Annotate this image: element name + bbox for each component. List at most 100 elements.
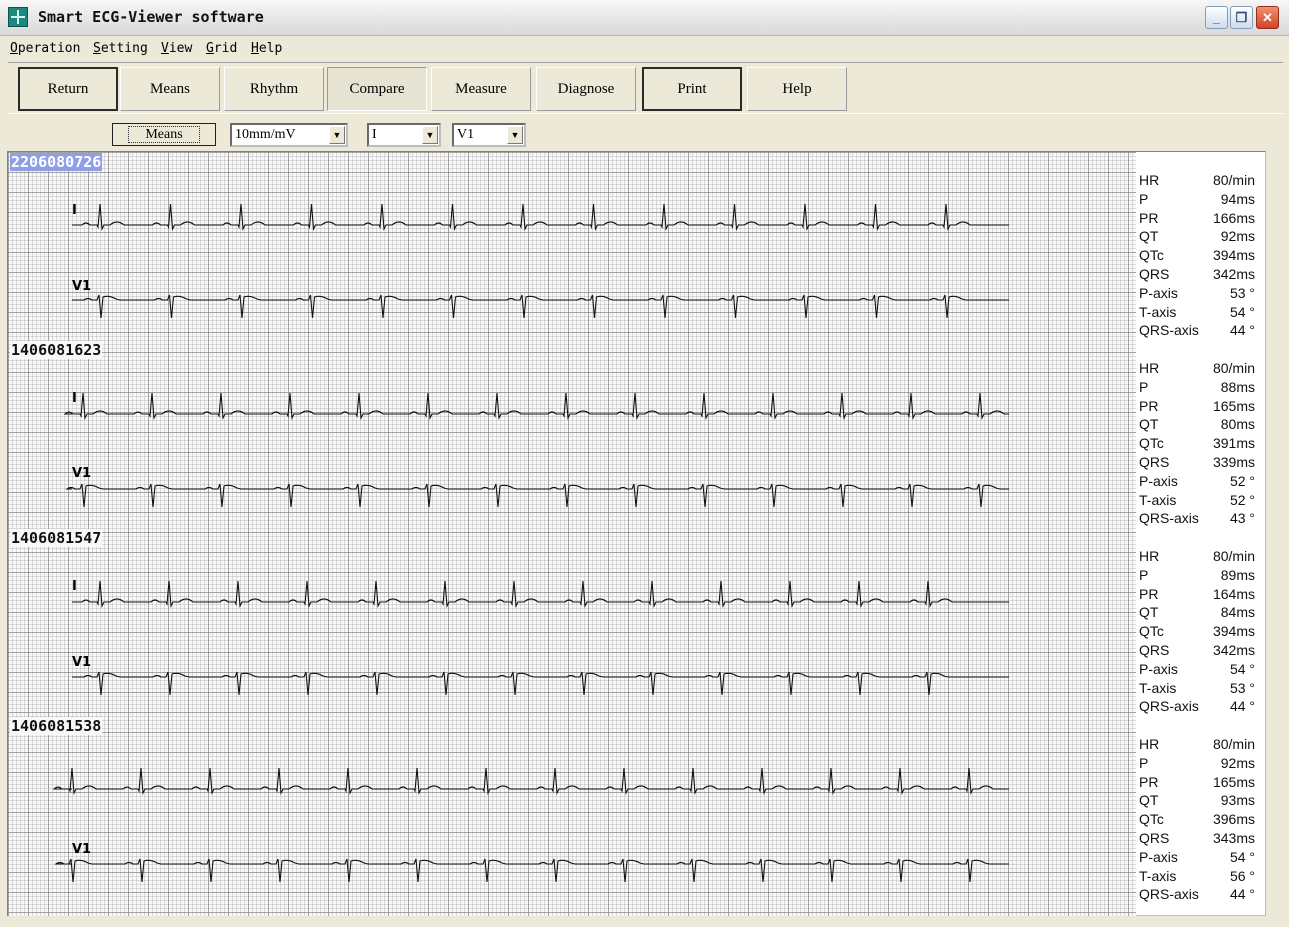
measurement-key: T-axis bbox=[1139, 303, 1177, 320]
means-option-button[interactable]: Means bbox=[112, 123, 216, 146]
measurement-row: QTc 396ms bbox=[1139, 811, 1255, 830]
gain-select[interactable]: 10mm/mV ▼ bbox=[230, 123, 348, 147]
measurement-key: QRS bbox=[1139, 642, 1170, 658]
menu-grid[interactable]: Grid bbox=[206, 41, 237, 56]
lead-b-select[interactable]: V1 ▼ bbox=[452, 123, 526, 147]
measurement-row: HR 80/min bbox=[1139, 172, 1255, 191]
measurement-row: PR 165ms bbox=[1139, 398, 1255, 417]
record-id-label[interactable]: 1406081538 bbox=[10, 717, 103, 735]
return-button[interactable]: Return bbox=[18, 67, 118, 111]
measurement-key: QT bbox=[1139, 228, 1159, 245]
window-title: Smart ECG-Viewer software bbox=[38, 8, 264, 26]
measurement-key: T-axis bbox=[1139, 679, 1177, 696]
measurement-key: QRS bbox=[1139, 266, 1170, 282]
measurements-panel: HR 80/min P 94ms PR 166ms QT 92ms QTc 394ms QRS 342… bbox=[1136, 151, 1266, 916]
measurement-key: T-axis bbox=[1139, 491, 1177, 508]
means-button[interactable]: Means bbox=[120, 67, 220, 111]
measurement-value: 52 ° bbox=[1229, 472, 1255, 489]
measurement-key: HR bbox=[1139, 172, 1160, 188]
lead-label: I bbox=[72, 391, 77, 406]
ecg-traces bbox=[52, 203, 1009, 883]
ecg-trace-line bbox=[65, 483, 1009, 508]
measurement-row: QTc 391ms bbox=[1139, 435, 1255, 454]
record-id-label[interactable]: 2206080726 bbox=[10, 153, 103, 171]
record-id-label[interactable]: 1406081547 bbox=[10, 529, 103, 547]
measurement-row: T-axis 56 ° bbox=[1139, 868, 1255, 887]
measurement-value: 80/min bbox=[1212, 360, 1255, 376]
measurement-key: PR bbox=[1139, 209, 1159, 226]
measurement-key: QRS bbox=[1139, 454, 1170, 470]
measurement-key: P bbox=[1139, 190, 1149, 207]
record-id-label[interactable]: 1406081623 bbox=[10, 341, 103, 359]
measurement-value: 53 ° bbox=[1229, 284, 1255, 301]
measurement-value: 394ms bbox=[1212, 623, 1255, 640]
measurement-key: QTc bbox=[1139, 623, 1164, 640]
measurement-row: P 88ms bbox=[1139, 379, 1255, 398]
measurement-row: QRS 343ms bbox=[1139, 830, 1255, 849]
measurement-row: QT 93ms bbox=[1139, 792, 1255, 811]
measurement-row: P-axis 54 ° bbox=[1139, 849, 1255, 868]
gain-value: 10mm/mV bbox=[235, 127, 296, 142]
close-button[interactable]: ✕ bbox=[1256, 6, 1279, 29]
measurement-row: P 89ms bbox=[1139, 567, 1255, 586]
measurement-key: P-axis bbox=[1139, 660, 1178, 677]
measurement-row: QTc 394ms bbox=[1139, 247, 1255, 266]
minimize-button[interactable]: _ bbox=[1205, 6, 1228, 29]
restore-button[interactable]: ❐ bbox=[1230, 6, 1253, 29]
menu-help[interactable]: Help bbox=[251, 41, 282, 56]
lead-a-value: I bbox=[372, 127, 377, 142]
ecg-app-icon bbox=[8, 7, 28, 27]
means-option-label: Means bbox=[128, 126, 200, 143]
lead-a-select[interactable]: I ▼ bbox=[367, 123, 441, 147]
measurement-key: QRS-axis bbox=[1139, 510, 1199, 527]
menu-operation[interactable]: Operation bbox=[10, 41, 80, 56]
measurement-value: 52 ° bbox=[1229, 491, 1255, 508]
measurement-value: 93ms bbox=[1220, 792, 1255, 809]
diagnose-button[interactable]: Diagnose bbox=[536, 67, 636, 111]
measurement-row: PR 164ms bbox=[1139, 586, 1255, 605]
measurement-row: QRS 342ms bbox=[1139, 266, 1255, 285]
measurement-row: QT 84ms bbox=[1139, 604, 1255, 623]
measurement-key: P-axis bbox=[1139, 472, 1178, 489]
title-bar: Smart ECG-Viewer software _ ❐ ✕ bbox=[0, 0, 1289, 36]
measurement-value: 44 ° bbox=[1229, 698, 1255, 715]
chevron-down-icon[interactable]: ▼ bbox=[507, 126, 523, 144]
measurement-value: 54 ° bbox=[1229, 660, 1255, 677]
lead-label: V1 bbox=[72, 655, 92, 670]
measurement-key: QT bbox=[1139, 792, 1159, 809]
measurement-row: QRS 339ms bbox=[1139, 454, 1255, 473]
measurement-row: PR 165ms bbox=[1139, 774, 1255, 793]
measurement-key: PR bbox=[1139, 585, 1159, 602]
measurement-row: T-axis 52 ° bbox=[1139, 492, 1255, 511]
measurement-row: P 92ms bbox=[1139, 755, 1255, 774]
measurement-row: QRS-axis 44 ° bbox=[1139, 886, 1255, 905]
ecg-trace-line bbox=[54, 858, 1009, 883]
measurement-key: QRS bbox=[1139, 830, 1170, 846]
measure-button[interactable]: Measure bbox=[431, 67, 531, 111]
measurement-value: 94ms bbox=[1220, 190, 1255, 207]
measurement-value: 43 ° bbox=[1229, 510, 1255, 527]
compare-button[interactable]: Compare bbox=[327, 67, 427, 111]
measurement-key: PR bbox=[1139, 397, 1159, 414]
measurement-value: 80/min bbox=[1212, 548, 1255, 564]
lead-label: I bbox=[72, 579, 77, 594]
measurement-key: QRS-axis bbox=[1139, 886, 1199, 903]
menu-setting[interactable]: Setting bbox=[93, 41, 148, 56]
chevron-down-icon[interactable]: ▼ bbox=[329, 126, 345, 144]
help-button[interactable]: Help bbox=[747, 67, 847, 111]
measurement-value: 80ms bbox=[1220, 416, 1255, 433]
measurement-row: QRS 342ms bbox=[1139, 642, 1255, 661]
chevron-down-icon[interactable]: ▼ bbox=[422, 126, 438, 144]
lead-label: V1 bbox=[72, 466, 92, 481]
measurement-key: P bbox=[1139, 566, 1149, 583]
measurement-value: 164ms bbox=[1212, 585, 1255, 602]
measurement-row: QRS-axis 44 ° bbox=[1139, 698, 1255, 717]
rhythm-button[interactable]: Rhythm bbox=[224, 67, 324, 111]
measurement-row: T-axis 54 ° bbox=[1139, 304, 1255, 323]
menu-bar: Operation Setting View Grid Help bbox=[0, 37, 1289, 61]
measurement-value: 44 ° bbox=[1229, 322, 1255, 339]
measurement-value: 54 ° bbox=[1229, 303, 1255, 320]
print-button[interactable]: Print bbox=[642, 67, 742, 111]
menu-view[interactable]: View bbox=[161, 41, 192, 56]
measurement-key: P-axis bbox=[1139, 848, 1178, 865]
